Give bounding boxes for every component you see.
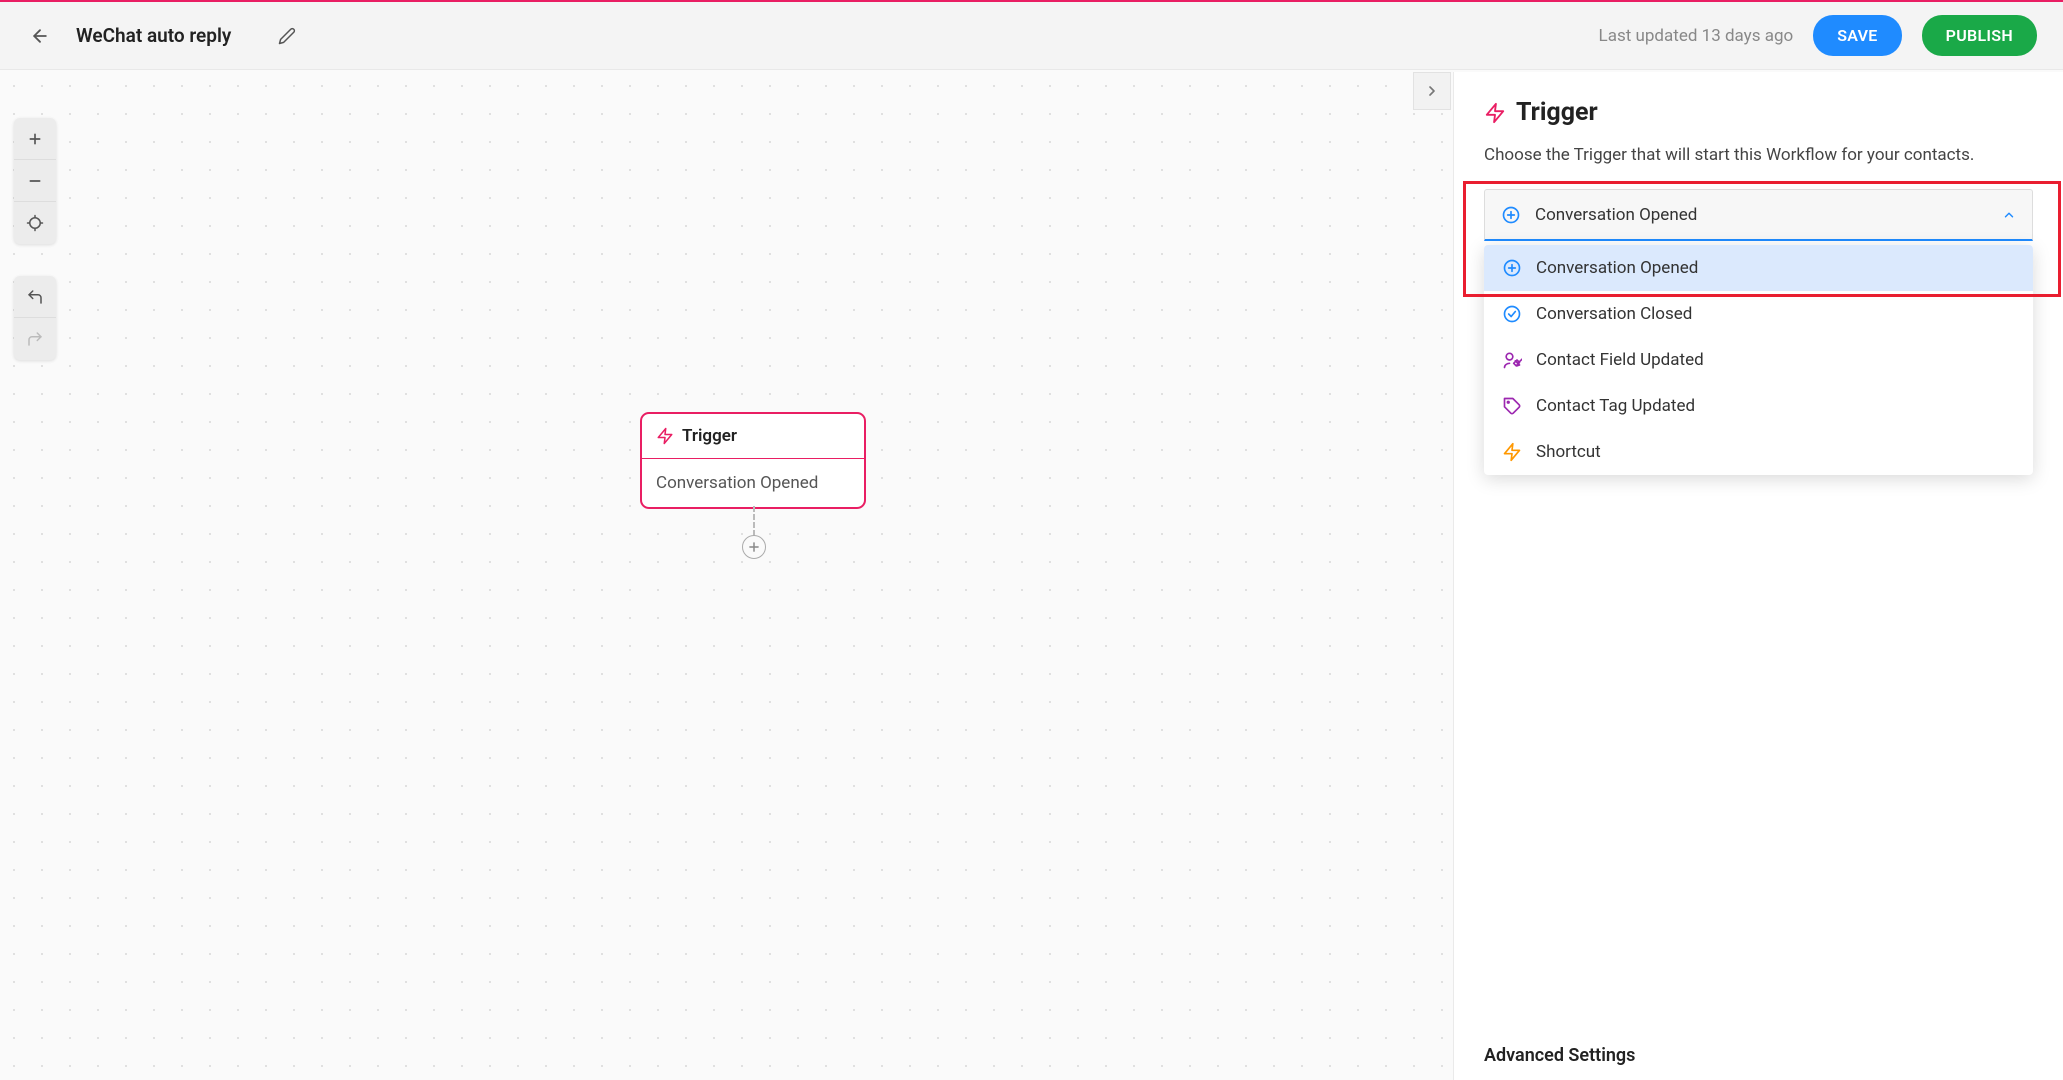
option-label: Conversation Opened — [1536, 258, 1698, 278]
option-label: Contact Tag Updated — [1536, 396, 1695, 416]
trigger-dropdown-menu: Conversation Opened Conversation Closed … — [1484, 245, 2033, 475]
bolt-icon — [1502, 442, 1522, 462]
bolt-icon — [1484, 102, 1506, 124]
option-contact-field-updated[interactable]: Contact Field Updated — [1484, 337, 2033, 383]
chevron-up-icon — [2002, 208, 2016, 222]
panel-header: Trigger — [1484, 98, 2033, 127]
publish-button[interactable]: PUBLISH — [1922, 15, 2037, 56]
panel-title: Trigger — [1516, 98, 1598, 127]
option-label: Conversation Closed — [1536, 304, 1692, 324]
check-circle-icon — [1502, 304, 1522, 324]
panel-description: Choose the Trigger that will start this … — [1484, 145, 2033, 165]
advanced-settings-link[interactable]: Advanced Settings — [1484, 1045, 1635, 1066]
bolt-icon — [656, 427, 674, 445]
redo-button[interactable] — [14, 318, 56, 360]
trigger-node-header: Trigger — [642, 414, 864, 459]
target-icon — [26, 214, 44, 232]
chevron-right-icon — [1424, 83, 1440, 99]
arrow-left-icon — [30, 26, 50, 46]
minus-icon — [27, 173, 43, 189]
pencil-icon — [278, 27, 296, 45]
trigger-node-body: Conversation Opened — [642, 459, 864, 507]
option-label: Contact Field Updated — [1536, 350, 1704, 370]
trigger-node-title: Trigger — [682, 426, 737, 446]
option-conversation-opened[interactable]: Conversation Opened — [1484, 245, 2033, 291]
option-label: Shortcut — [1536, 442, 1601, 462]
connector-line — [753, 506, 755, 536]
trigger-dropdown: Conversation Opened Conversation Opened … — [1484, 189, 2033, 241]
tag-icon — [1502, 396, 1522, 416]
undo-button[interactable] — [14, 276, 56, 318]
zoom-controls — [14, 118, 56, 244]
plus-icon — [27, 131, 43, 147]
option-conversation-closed[interactable]: Conversation Closed — [1484, 291, 2033, 337]
header-left: WeChat auto reply — [26, 22, 301, 50]
zoom-out-button[interactable] — [14, 160, 56, 202]
save-button[interactable]: SAVE — [1813, 15, 1901, 56]
edit-title-button[interactable] — [273, 22, 301, 50]
plus-circle-icon — [1501, 205, 1521, 225]
user-edit-icon — [1502, 350, 1522, 370]
trigger-node[interactable]: Trigger Conversation Opened — [640, 412, 866, 509]
zoom-in-button[interactable] — [14, 118, 56, 160]
center-button[interactable] — [14, 202, 56, 244]
workflow-title: WeChat auto reply — [76, 24, 231, 47]
collapse-panel-button[interactable] — [1413, 72, 1451, 110]
trigger-dropdown-selected-label: Conversation Opened — [1535, 205, 1988, 225]
right-panel: Trigger Choose the Trigger that will sta… — [1453, 72, 2063, 1080]
option-contact-tag-updated[interactable]: Contact Tag Updated — [1484, 383, 2033, 429]
last-updated-text: Last updated 13 days ago — [1599, 26, 1794, 46]
back-button[interactable] — [26, 22, 54, 50]
redo-icon — [26, 330, 44, 348]
trigger-dropdown-toggle[interactable]: Conversation Opened — [1484, 189, 2033, 241]
option-shortcut[interactable]: Shortcut — [1484, 429, 2033, 475]
header-right: Last updated 13 days ago SAVE PUBLISH — [1599, 15, 2037, 56]
undo-controls — [14, 276, 56, 360]
plus-circle-icon — [1502, 258, 1522, 278]
add-step-button[interactable] — [742, 535, 766, 559]
header: WeChat auto reply Last updated 13 days a… — [0, 0, 2063, 70]
undo-icon — [26, 288, 44, 306]
plus-icon — [747, 540, 761, 554]
